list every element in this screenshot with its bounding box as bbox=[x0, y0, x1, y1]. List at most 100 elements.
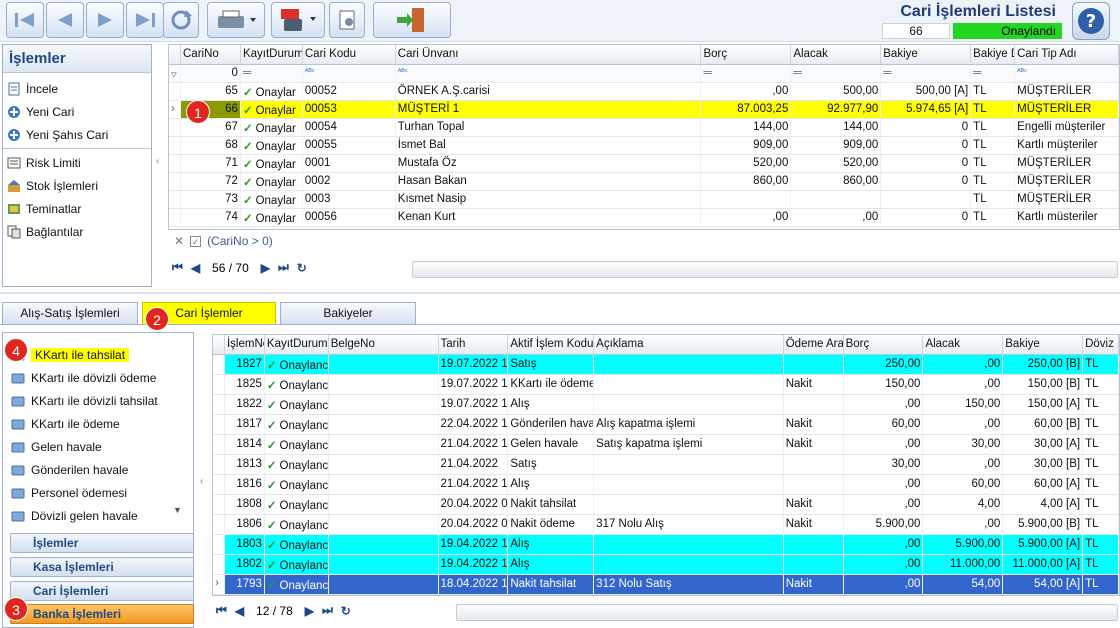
exit-button[interactable] bbox=[373, 2, 451, 38]
col-header[interactable]: Borç bbox=[844, 335, 924, 354]
pager-last-icon[interactable]: ⏭ bbox=[278, 260, 289, 275]
collapse-left-icon[interactable]: ‹ bbox=[156, 156, 159, 167]
table-row[interactable]: 72 ✓ Onaylar 0002 Hasan Bakan 860,00 860,00 0 TL… bbox=[169, 173, 1119, 191]
filter-cell[interactable]: ═ bbox=[701, 65, 792, 82]
filter-cell[interactable]: ᴬᴮᶜ bbox=[303, 65, 396, 82]
table-row[interactable]: › 66 ✓ Onaylar 00053 MÜŞTERİ 1 87.003,25 92.977… bbox=[169, 101, 1119, 119]
bank-op-item[interactable]: KKartı ile dövizli tahsilat bbox=[3, 389, 193, 412]
table-row[interactable]: 1813 ✓ Onaylanc 21.04.2022 Satış 30,00,00 30,0… bbox=[213, 455, 1119, 475]
col-header[interactable]: Bakiye bbox=[881, 45, 972, 64]
filter-cell[interactable]: ═ bbox=[971, 65, 1016, 82]
inspect-item[interactable]: İncele bbox=[3, 77, 151, 100]
col-header[interactable]: Cari Kodu bbox=[303, 45, 396, 64]
col-header[interactable]: Tarih bbox=[439, 335, 509, 354]
filter-cell[interactable]: 0 bbox=[181, 65, 241, 82]
pager-refresh-icon[interactable]: ↻ bbox=[341, 604, 351, 618]
table-row[interactable]: 67 ✓ Onaylar 00054 Turhan Topal 144,00 144,00 0… bbox=[169, 119, 1119, 137]
collapse-left-icon-2[interactable]: ‹ bbox=[200, 476, 203, 487]
table-row[interactable]: 1816 ✓ Onaylanc 21.04.2022 1 Alış ,00 60,00 60,… bbox=[213, 475, 1119, 495]
tab-balances[interactable]: Bakiyeler bbox=[280, 302, 416, 324]
last-record-button[interactable] bbox=[126, 2, 164, 38]
pager-prev-icon[interactable]: ◀ bbox=[191, 261, 200, 275]
table-cell: Nakit tahsilat bbox=[508, 495, 595, 514]
accounts-hscroll[interactable] bbox=[412, 261, 1118, 278]
col-header[interactable]: Aktif İşlem Kodu bbox=[508, 335, 595, 354]
filter-cell[interactable]: ᴬᴮᶜ bbox=[1015, 65, 1119, 82]
bank-op-item[interactable]: Dövizli gelen havale bbox=[3, 504, 193, 527]
bank-op-item[interactable]: Personel ödemesi bbox=[3, 481, 193, 504]
stock-ops-item[interactable]: Stok İşlemleri bbox=[3, 174, 151, 197]
bank-op-item[interactable]: Gelen havale bbox=[3, 435, 193, 458]
bank-op-item[interactable]: Gönderilen havale bbox=[3, 458, 193, 481]
col-header[interactable]: İşlemNo bbox=[225, 335, 265, 354]
col-header[interactable]: Ödeme Aracı bbox=[784, 335, 844, 354]
table-row[interactable]: 1817 ✓ Onaylanc 22.04.2022 1 Gönderilen hava… bbox=[213, 415, 1119, 435]
splitter[interactable] bbox=[0, 292, 1120, 294]
pager-last-icon[interactable]: ⏭ bbox=[322, 603, 333, 618]
filter-cell[interactable]: ═ bbox=[881, 65, 972, 82]
table-row[interactable]: 68 ✓ Onaylar 00055 İsmet Bal 909,00 909,00 0 TL K… bbox=[169, 137, 1119, 155]
refresh-button[interactable] bbox=[163, 2, 199, 38]
table-row[interactable]: 1814 ✓ Onaylanc 21.04.2022 1 Gelen havale Sat… bbox=[213, 435, 1119, 455]
help-button[interactable]: ? bbox=[1072, 2, 1110, 40]
filter-cell[interactable]: ═ bbox=[241, 65, 303, 82]
risk-limit-item[interactable]: Risk Limiti bbox=[3, 151, 151, 174]
table-row[interactable]: 73 ✓ Onaylar 0003 Kısmet Nasip TL MÜŞTERİLER bbox=[169, 191, 1119, 209]
table-row[interactable]: 1827 ✓ Onaylanc 19.07.2022 1 Satış 250,00,00 2… bbox=[213, 355, 1119, 375]
table-row[interactable]: 1822 ✓ Onaylanc 19.07.2022 1 Alış ,00 150,00 15… bbox=[213, 395, 1119, 415]
filter-row[interactable]: ▿ 0 ═ ᴬᴮᶜ ᴬᴮᶜ ═ ═ ═ ═ ᴬᴮᶜ bbox=[169, 65, 1119, 83]
bank-op-item[interactable]: KKartı ile dövizli ödeme bbox=[3, 366, 193, 389]
col-header[interactable]: CariNo bbox=[181, 45, 241, 64]
next-record-button[interactable] bbox=[86, 2, 124, 38]
group-bank-ops[interactable]: Banka İşlemleri bbox=[10, 604, 194, 624]
bank-op-item[interactable]: KKartı ile tahsilat bbox=[3, 343, 193, 366]
col-header[interactable]: Döviz bbox=[1083, 335, 1119, 354]
table-row[interactable]: 1806 ✓ Onaylanc 20.04.2022 0 Nakit ödeme 317 … bbox=[213, 515, 1119, 535]
col-header[interactable]: Alacak bbox=[791, 45, 882, 64]
clear-filter-icon[interactable]: ✕ bbox=[174, 234, 184, 248]
table-row[interactable]: 1802 ✓ Onaylanc 19.04.2022 1 Alış ,00 11.000,0… bbox=[213, 555, 1119, 575]
first-record-button[interactable] bbox=[6, 2, 44, 38]
print-button[interactable] bbox=[207, 2, 265, 38]
table-row[interactable]: 1803 ✓ Onaylanc 19.04.2022 1 Alış ,00 5.900,00… bbox=[213, 535, 1119, 555]
bank-op-item[interactable]: KKartı ile ödeme bbox=[3, 412, 193, 435]
col-header[interactable]: Bakiye bbox=[1003, 335, 1084, 354]
pager-next-icon[interactable]: ▶ bbox=[305, 604, 314, 618]
prev-record-button[interactable] bbox=[46, 2, 84, 38]
new-person-account-item[interactable]: Yeni Şahıs Cari bbox=[3, 123, 151, 146]
tab-purchase-sale[interactable]: Alış-Satış İşlemleri bbox=[2, 302, 138, 324]
pager-next-icon[interactable]: ▶ bbox=[261, 261, 270, 275]
group-actions[interactable]: İşlemler bbox=[10, 533, 194, 553]
scroll-down-icon[interactable]: ▼ bbox=[173, 505, 182, 515]
filter-cell[interactable]: ᴬᴮᶜ bbox=[396, 65, 702, 82]
col-header[interactable]: KayıtDurumu bbox=[265, 335, 329, 354]
group-account-ops[interactable]: Cari İşlemleri bbox=[10, 581, 194, 601]
table-row[interactable]: › 1793 ✓ Onaylanc 18.04.2022 1 Nakit tahsilat… bbox=[213, 575, 1119, 595]
table-row[interactable]: 1825 ✓ Onaylanc 19.07.2022 1 KKartı ile ödem… bbox=[213, 375, 1119, 395]
table-row[interactable]: 65 ✓ Onaylar 00052 ÖRNEK A.Ş.carisi ,00 500,00… bbox=[169, 83, 1119, 101]
col-header[interactable]: Cari Ünvanı bbox=[396, 45, 702, 64]
col-header[interactable]: BelgeNo bbox=[329, 335, 439, 354]
filter-cell[interactable]: ═ bbox=[791, 65, 882, 82]
pager-prev-icon[interactable]: ◀ bbox=[235, 604, 244, 618]
pager-refresh-icon[interactable]: ↻ bbox=[297, 261, 307, 275]
connections-item[interactable]: Bağlantılar bbox=[3, 220, 151, 243]
col-header[interactable]: Açıklama bbox=[594, 335, 784, 354]
table-row[interactable]: 71 ✓ Onaylar 0001 Mustafa Öz 520,00 520,00 0 TL M… bbox=[169, 155, 1119, 173]
table-row[interactable]: 1808 ✓ Onaylanc 20.04.2022 0 Nakit tahsilat N… bbox=[213, 495, 1119, 515]
filter-checkbox[interactable]: ✓ bbox=[190, 235, 202, 247]
col-header[interactable]: KayıtDurumu bbox=[241, 45, 303, 64]
col-header[interactable]: Bakiye D bbox=[971, 45, 1016, 64]
table-row[interactable]: 74 ✓ Onaylar 00056 Kenan Kurt ,00,00 0 TL Kartlı… bbox=[169, 209, 1119, 227]
pager-first-icon[interactable]: ⏮ bbox=[216, 603, 227, 618]
group-cash-ops[interactable]: Kasa İşlemleri bbox=[10, 557, 194, 577]
guarantees-item[interactable]: Teminatlar bbox=[3, 197, 151, 220]
settings-button[interactable] bbox=[329, 2, 365, 38]
col-header[interactable]: Alacak bbox=[923, 335, 1004, 354]
new-account-item[interactable]: Yeni Cari bbox=[3, 100, 151, 123]
col-header[interactable]: Cari Tip Adı bbox=[1015, 45, 1119, 64]
pager-first-icon[interactable]: ⏮ bbox=[172, 260, 183, 275]
pdf-save-button[interactable] bbox=[271, 2, 325, 38]
transactions-hscroll[interactable] bbox=[456, 604, 1118, 621]
col-header[interactable]: Borç bbox=[701, 45, 792, 64]
